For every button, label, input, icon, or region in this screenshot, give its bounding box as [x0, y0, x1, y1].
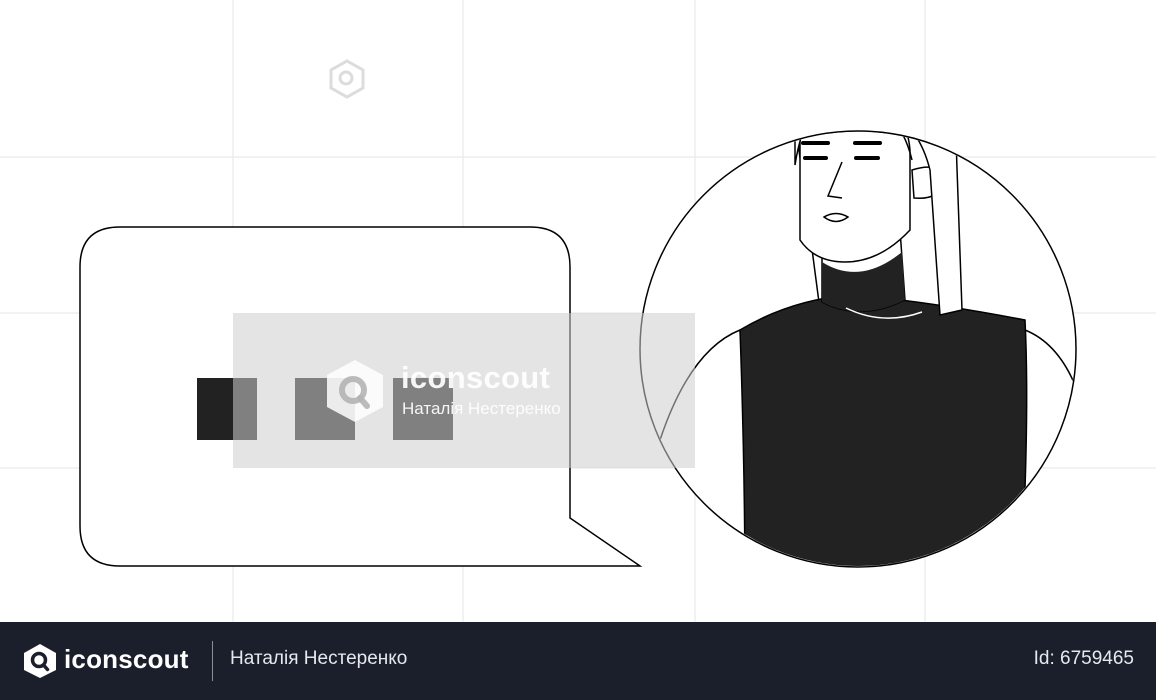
illustration-canvas: iconscout Наталія Нестеренко [0, 0, 1156, 622]
footer-divider [212, 641, 213, 681]
footer-author[interactable]: Наталія Нестеренко [230, 648, 407, 670]
footer-bar: iconscout Наталія Нестеренко Id: 6759465 [0, 622, 1156, 700]
asset-id: Id: 6759465 [1033, 648, 1134, 669]
iconscout-logo-icon [327, 360, 383, 422]
watermark-small-icon [329, 59, 365, 99]
footer-brand[interactable]: iconscout [64, 644, 189, 675]
iconscout-logo-icon [24, 644, 56, 678]
watermark-author: Наталія Нестеренко [402, 399, 561, 418]
watermark-brand: iconscout [401, 360, 551, 395]
illustration-art [0, 0, 1156, 622]
